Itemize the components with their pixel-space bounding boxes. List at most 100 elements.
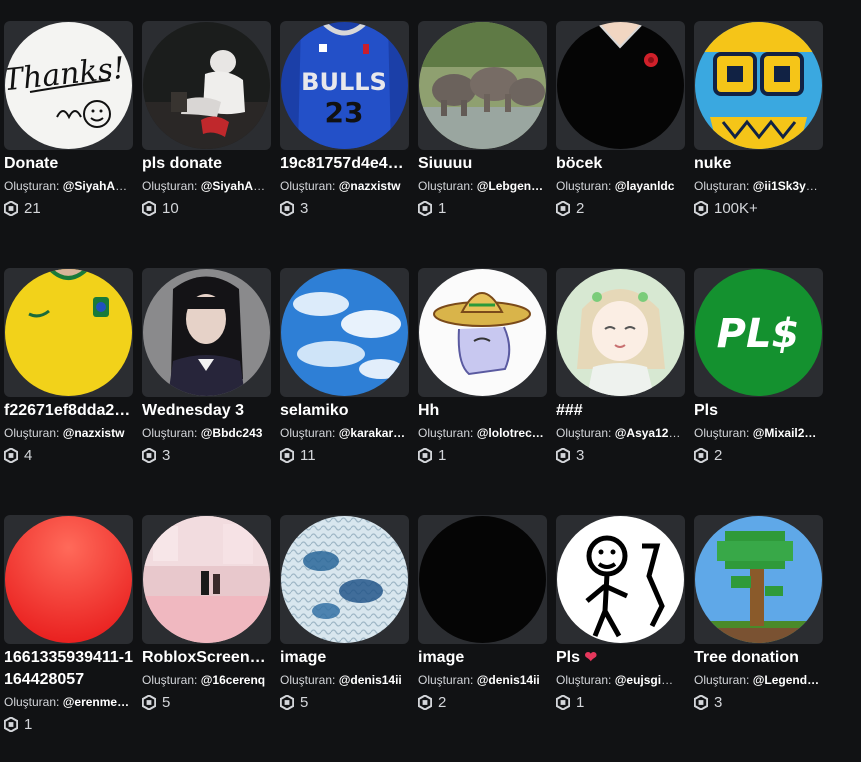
item-name[interactable]: Wednesday 3 xyxy=(142,400,274,422)
item-card[interactable]: nuke Oluşturan: @ii1Sk3yxX 100K+ xyxy=(694,21,823,268)
creator-handle[interactable]: @karakar… xyxy=(339,426,405,440)
item-creator[interactable]: Oluşturan: @lolotrec… xyxy=(418,425,544,441)
item-name[interactable]: Donate xyxy=(4,153,136,175)
creator-handle[interactable]: @SiyahAli… xyxy=(201,179,268,193)
item-thumbnail[interactable] xyxy=(280,515,409,644)
creator-handle[interactable]: @eujsgiw… xyxy=(615,673,682,687)
item-name[interactable]: Pls ❤ xyxy=(556,647,688,669)
creator-handle[interactable]: @nazxistw xyxy=(339,179,401,193)
item-creator[interactable]: Oluşturan: @denis14ii xyxy=(280,672,406,688)
item-card[interactable]: ### Oluşturan: @Asya123… 3 xyxy=(556,268,685,515)
item-name[interactable]: pls donate xyxy=(142,153,274,175)
item-creator[interactable]: Oluşturan: @SiyahAli… xyxy=(142,178,268,194)
item-name[interactable]: f22671ef8dda2… xyxy=(4,400,136,422)
item-card[interactable]: Wednesday 3 Oluşturan: @Bbdc243 3 xyxy=(142,268,271,515)
item-card[interactable]: PL$ Pls Oluşturan: @Mixail2… 2 xyxy=(694,268,823,515)
item-thumbnail[interactable] xyxy=(142,515,271,644)
item-creator[interactable]: Oluşturan: @16cerenq xyxy=(142,672,268,688)
item-card[interactable]: RobloxScreenS… Oluşturan: @16cerenq 5 xyxy=(142,515,274,762)
item-name[interactable]: Pls xyxy=(694,400,826,422)
item-thumbnail[interactable] xyxy=(556,21,685,150)
creator-handle[interactable]: @erenme… xyxy=(63,695,129,709)
creator-handle[interactable]: @Asya123… xyxy=(615,426,682,440)
creator-prefix: Oluşturan: xyxy=(556,426,612,440)
item-creator[interactable]: Oluşturan: @ii1Sk3yxX xyxy=(694,178,820,194)
item-thumbnail[interactable] xyxy=(280,268,409,397)
item-name[interactable]: böcek xyxy=(556,153,688,175)
creator-handle[interactable]: @SiyahAli… xyxy=(63,179,130,193)
creator-prefix: Oluşturan: xyxy=(694,179,750,193)
item-card[interactable]: selamiko Oluşturan: @karakar… 11 xyxy=(280,268,409,515)
item-card[interactable]: pls donate Oluşturan: @SiyahAli… 10 xyxy=(142,21,271,268)
item-creator[interactable]: Oluşturan: @Bbdc243 xyxy=(142,425,268,441)
item-creator[interactable]: Oluşturan: @Legend… xyxy=(694,672,820,688)
item-name[interactable]: Hh xyxy=(418,400,550,422)
elephants-icon xyxy=(419,22,546,149)
item-name[interactable]: image xyxy=(418,647,550,669)
item-card[interactable]: Tree donation Oluşturan: @Legend… 3 xyxy=(694,515,823,762)
item-name-text[interactable]: Pls xyxy=(556,649,580,666)
item-card[interactable]: image Oluşturan: @denis14ii 2 xyxy=(418,515,547,762)
item-name[interactable]: nuke xyxy=(694,153,826,175)
creator-handle[interactable]: @Mixail2… xyxy=(753,426,817,440)
item-name[interactable]: 1661335939411-1164428057 xyxy=(4,647,136,691)
photo-person-white-hoodie-icon xyxy=(143,22,270,149)
item-thumbnail[interactable] xyxy=(418,268,547,397)
item-card[interactable]: Thanks! Donate Oluşturan: @SiyahAli… 21 xyxy=(4,21,133,268)
item-creator[interactable]: Oluşturan: @layanldc xyxy=(556,178,682,194)
item-card[interactable]: BULLS 23 19c81757d4e4… Oluşturan: @nazxi… xyxy=(280,21,409,268)
item-thumbnail[interactable] xyxy=(694,515,823,644)
item-name[interactable]: Tree donation xyxy=(694,647,826,669)
creator-handle[interactable]: @layanldc xyxy=(615,179,675,193)
creator-handle[interactable]: @nazxistw xyxy=(63,426,125,440)
item-name[interactable]: ### xyxy=(556,400,688,422)
creator-handle[interactable]: @Legend… xyxy=(753,673,819,687)
item-thumbnail[interactable]: BULLS 23 xyxy=(280,21,409,150)
item-card[interactable]: f22671ef8dda2… Oluşturan: @nazxistw 4 xyxy=(4,268,133,515)
item-creator[interactable]: Oluşturan: @Lebgen… xyxy=(418,178,544,194)
item-creator[interactable]: Oluşturan: @karakar… xyxy=(280,425,406,441)
item-thumbnail[interactable]: PL$ xyxy=(694,268,823,397)
creator-handle[interactable]: @Lebgen… xyxy=(477,179,543,193)
svg-text:BULLS: BULLS xyxy=(301,68,387,96)
item-name[interactable]: RobloxScreenS… xyxy=(142,647,274,669)
black-circle-icon xyxy=(419,516,546,643)
item-creator[interactable]: Oluşturan: @Asya123… xyxy=(556,425,682,441)
item-name[interactable]: Siuuuu xyxy=(418,153,550,175)
item-creator[interactable]: Oluşturan: @erenme… xyxy=(4,694,130,710)
item-thumbnail[interactable] xyxy=(4,268,133,397)
creator-handle[interactable]: @Bbdc243 xyxy=(201,426,263,440)
robux-icon xyxy=(142,201,156,216)
item-card[interactable]: image Oluşturan: @denis14ii 5 xyxy=(280,515,409,762)
item-creator[interactable]: Oluşturan: @nazxistw xyxy=(280,178,406,194)
item-thumbnail[interactable] xyxy=(418,515,547,644)
item-thumbnail[interactable] xyxy=(4,515,133,644)
item-card[interactable]: Hh Oluşturan: @lolotrec… 1 xyxy=(418,268,547,515)
item-thumbnail[interactable] xyxy=(556,515,685,644)
item-creator[interactable]: Oluşturan: @Mixail2… xyxy=(694,425,820,441)
item-creator[interactable]: Oluşturan: @denis14ii xyxy=(418,672,544,688)
item-thumbnail[interactable] xyxy=(556,268,685,397)
item-name[interactable]: image xyxy=(280,647,412,669)
item-creator[interactable]: Oluşturan: @eujsgiw… xyxy=(556,672,682,688)
pixel-tree-icon xyxy=(695,516,822,643)
price-value: 21 xyxy=(24,200,41,217)
item-thumbnail[interactable] xyxy=(142,268,271,397)
item-thumbnail[interactable]: Thanks! xyxy=(4,21,133,150)
item-card[interactable]: 1661335939411-1164428057 Oluşturan: @ere… xyxy=(4,515,133,762)
item-thumbnail[interactable] xyxy=(418,21,547,150)
item-card[interactable]: böcek Oluşturan: @layanldc 2 xyxy=(556,21,685,268)
item-creator[interactable]: Oluşturan: @nazxistw xyxy=(4,425,130,441)
creator-handle[interactable]: @ii1Sk3yxX xyxy=(753,179,820,193)
item-thumbnail[interactable] xyxy=(694,21,823,150)
item-thumbnail[interactable] xyxy=(142,21,271,150)
creator-handle[interactable]: @denis14ii xyxy=(339,673,402,687)
item-card[interactable]: Pls ❤ Oluşturan: @eujsgiw… 1 xyxy=(556,515,685,762)
creator-handle[interactable]: @lolotrec… xyxy=(477,426,544,440)
item-name[interactable]: selamiko xyxy=(280,400,412,422)
creator-handle[interactable]: @16cerenq xyxy=(201,673,265,687)
item-name[interactable]: 19c81757d4e4… xyxy=(280,153,412,175)
item-card[interactable]: Siuuuu Oluşturan: @Lebgen… 1 xyxy=(418,21,547,268)
creator-handle[interactable]: @denis14ii xyxy=(477,673,540,687)
item-creator[interactable]: Oluşturan: @SiyahAli… xyxy=(4,178,130,194)
